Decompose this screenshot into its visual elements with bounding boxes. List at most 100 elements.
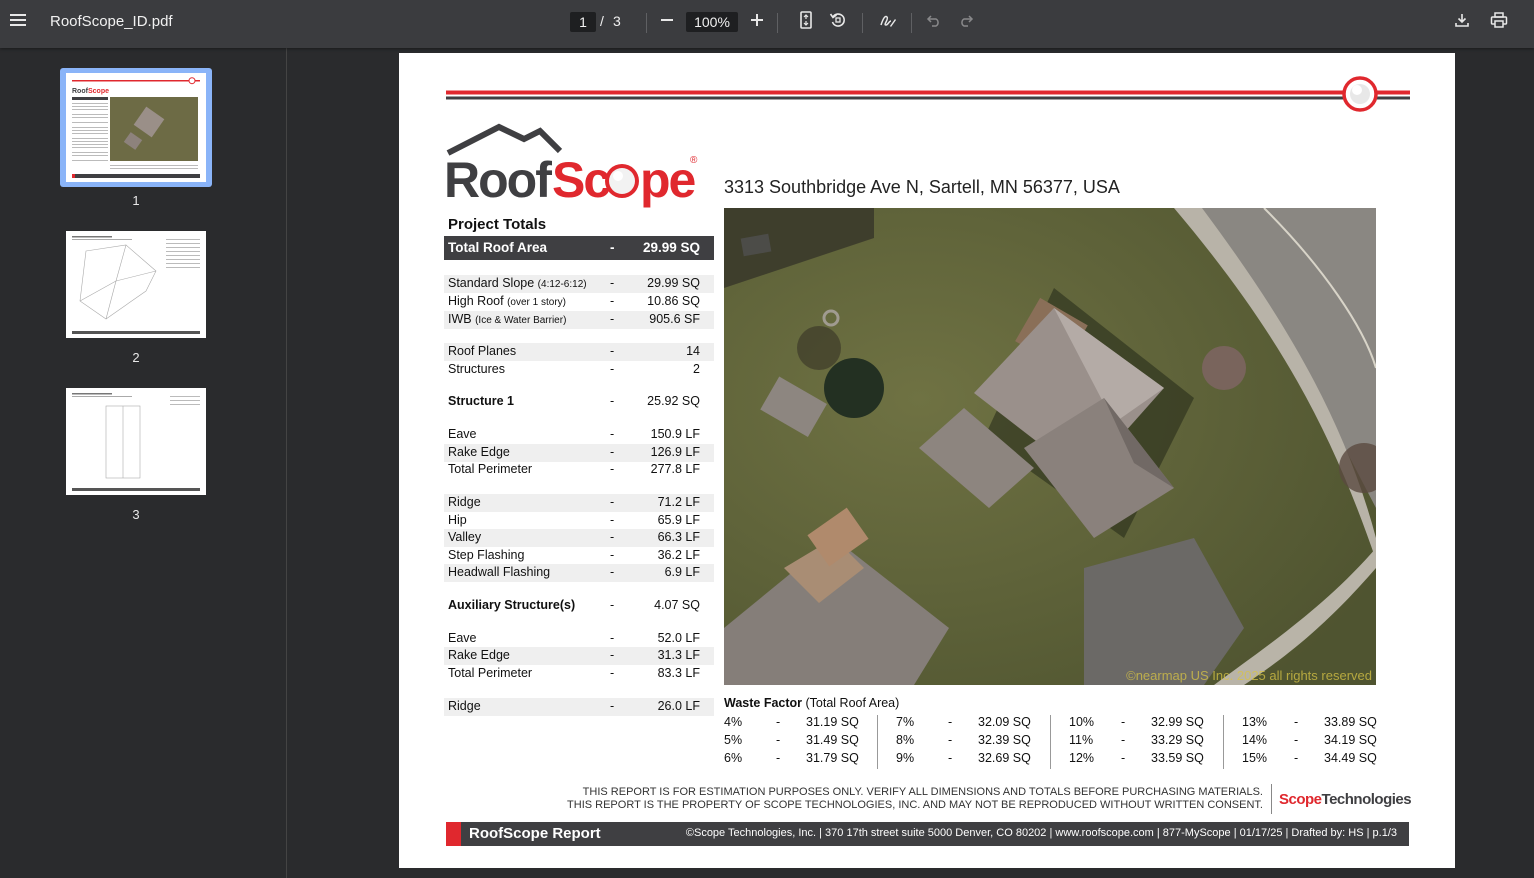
row-label: High Roof (over 1 story) (448, 294, 566, 308)
row-dash: - (610, 666, 615, 680)
row-dash: - (610, 598, 615, 612)
row-label-text: Structure 1 (448, 394, 514, 408)
undo-button[interactable] (922, 10, 946, 34)
totals-row: High Roof (over 1 story) - 10.86 SQ (444, 293, 714, 311)
zoom-level-input[interactable]: 100% (686, 12, 738, 32)
rotate-button[interactable] (826, 10, 850, 34)
disclaimer-line-2: THIS REPORT IS THE PROPERTY OF SCOPE TEC… (567, 799, 1263, 811)
waste-dash: - (1121, 733, 1126, 747)
row-dash: - (610, 530, 615, 544)
waste-pct: 6% (724, 751, 743, 765)
row-value: 71.2 LF (657, 495, 700, 509)
waste-value: 34.49 SQ (1324, 751, 1377, 765)
row-value: 31.3 LF (657, 648, 700, 662)
annotate-button[interactable] (876, 10, 900, 34)
footer-title: RoofScope Report (469, 825, 601, 842)
totals-row: Rake Edge - 126.9 LF (444, 444, 714, 462)
row-label: Auxiliary Structure(s) (448, 598, 575, 612)
waste-pct: 9% (896, 751, 915, 765)
waste-dash: - (1294, 715, 1299, 729)
waste-pct: 5% (724, 733, 743, 747)
row-dash: - (610, 631, 615, 645)
logo-separator (1271, 784, 1272, 814)
row-value: 2 (693, 362, 700, 376)
row-value: 29.99 SQ (647, 276, 700, 290)
thumbnail-page-3[interactable] (66, 388, 206, 495)
property-address: 3313 Southbridge Ave N, Sartell, MN 5637… (724, 177, 1120, 197)
row-label-text: Total Roof Area (448, 240, 548, 255)
totals-row: Eave - 150.9 LF (444, 426, 714, 444)
row-note: (over 1 story) (507, 297, 566, 308)
pdf-page-1: Roof Sc pe ® 3313 Southbridge Ave N, Sar… (399, 53, 1455, 868)
totals-row: Total Perimeter - 277.8 LF (444, 461, 714, 479)
menu-icon (10, 13, 26, 32)
fit-page-button[interactable] (794, 10, 818, 34)
svg-text:pe: pe (640, 152, 696, 208)
row-dash: - (610, 565, 615, 579)
row-value: 4.07 SQ (654, 598, 700, 612)
thumbnail-page-1[interactable]: Roof Scope (66, 73, 206, 182)
toolbar-divider (646, 13, 647, 33)
row-value: 36.2 LF (657, 548, 700, 562)
print-button[interactable] (1487, 10, 1511, 34)
thumbnail-page-2[interactable] (66, 231, 206, 338)
totals-row: Total Roof Area - 29.99 SQ (444, 236, 714, 260)
waste-dash: - (948, 733, 953, 747)
row-label: Total Perimeter (448, 666, 532, 680)
row-value: 26.0 LF (657, 699, 700, 713)
waste-pct: 7% (896, 715, 915, 729)
row-value: 66.3 LF (657, 530, 700, 544)
page-separator: / (600, 13, 604, 29)
row-label: Eave (448, 427, 477, 441)
row-label-text: Step Flashing (448, 548, 525, 562)
disclaimer-line-1: THIS REPORT IS FOR ESTIMATION PURPOSES O… (582, 786, 1263, 798)
row-label-text: Valley (448, 530, 482, 544)
zoom-in-button[interactable] (745, 10, 769, 34)
row-label-text: High Roof (448, 294, 504, 308)
row-dash: - (610, 362, 615, 376)
totals-row: Ridge - 26.0 LF (444, 698, 714, 716)
waste-dash: - (776, 751, 781, 765)
menu-button[interactable] (6, 10, 30, 34)
roofscope-logo: Roof Sc pe ® (444, 123, 704, 213)
row-label-text: Hip (448, 513, 467, 527)
zoom-out-icon (660, 13, 674, 32)
totals-row: Eave - 52.0 LF (444, 630, 714, 648)
row-label: Structures (448, 362, 505, 376)
row-label: Eave (448, 631, 477, 645)
waste-dash: - (1121, 751, 1126, 765)
row-value: 126.9 LF (650, 445, 700, 459)
row-label: Ridge (448, 699, 481, 713)
zoom-out-button[interactable] (655, 10, 679, 34)
row-label: Hip (448, 513, 467, 527)
row-label-text: Total Perimeter (448, 666, 533, 680)
row-dash: - (610, 445, 615, 459)
row-dash: - (610, 462, 615, 476)
row-dash: - (610, 513, 615, 527)
svg-text:Roof: Roof (72, 88, 89, 95)
toolbar-divider (911, 13, 912, 33)
row-label: Ridge (448, 495, 481, 509)
redo-button[interactable] (954, 10, 978, 34)
row-value: 52.0 LF (657, 631, 700, 645)
row-label-text: Standard Slope (448, 276, 535, 290)
row-dash: - (610, 276, 615, 290)
page-number-input[interactable]: 1 (570, 12, 596, 32)
row-dash: - (610, 394, 615, 408)
row-label-text: Ridge (448, 699, 481, 713)
row-label-text: Ridge (448, 495, 481, 509)
waste-value: 32.09 SQ (978, 715, 1031, 729)
totals-row: Roof Planes - 14 (444, 343, 714, 361)
thumbnail-label-3: 3 (132, 507, 140, 522)
totals-row: Total Perimeter - 83.3 LF (444, 665, 714, 683)
header-rule (446, 76, 1410, 112)
row-label-text: Headwall Flashing (448, 565, 551, 579)
waste-pct: 12% (1069, 751, 1095, 765)
row-dash: - (610, 699, 615, 713)
rotate-icon (829, 11, 847, 34)
download-button[interactable] (1450, 10, 1474, 34)
svg-text:Roof: Roof (444, 152, 552, 208)
totals-row: IWB (Ice & Water Barrier) - 905.6 SF (444, 311, 714, 329)
row-value: 150.9 LF (650, 427, 700, 441)
row-dash: - (610, 495, 615, 509)
